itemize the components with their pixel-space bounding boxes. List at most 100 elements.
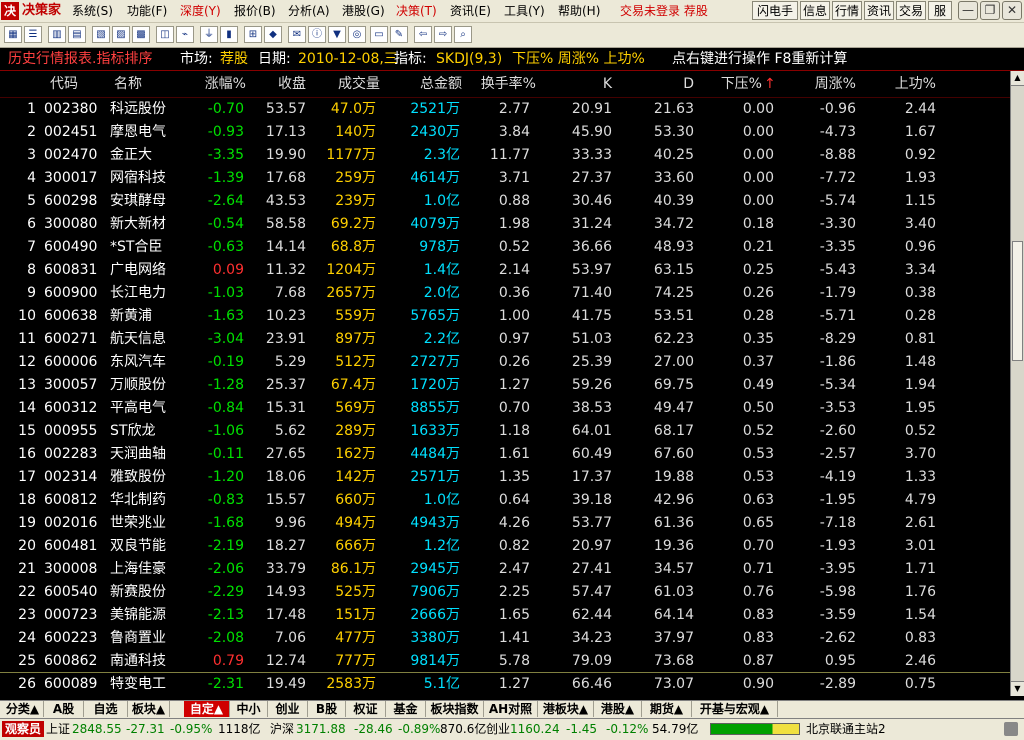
column-header-8[interactable]: D [620,71,694,97]
tab-13[interactable]: 港股▲ [594,701,642,717]
tab-11[interactable]: AH对照 [484,701,538,717]
table-row[interactable]: 19 002016 世荣兆业 -1.68 9.96 494万 4943万 4.26 53.77 6… [0,512,1010,535]
menu-item-5[interactable]: 港股(G) [342,3,385,19]
back-arrow-icon[interactable]: ⇦ [414,26,432,43]
table-row[interactable]: 10 600638 新黄浦 -1.63 10.23 559万 5765万 1.00 41.75 5… [0,305,1010,328]
column-header-1[interactable]: 名称 [114,71,174,97]
table-row[interactable]: 1 002380 科远股份 -0.70 53.57 47.0万 2521万 2.77 20.91… [0,98,1010,121]
table-row[interactable]: 25 600862 南通科技 0.79 12.74 777万 9814万 5.78 79.09 7… [0,650,1010,673]
top-button-0[interactable]: 闪电手 [752,1,798,20]
tab-8[interactable]: 权证 [346,701,386,717]
list-view-icon[interactable]: ☰ [24,26,42,43]
table-row[interactable]: 14 600312 平高电气 -0.84 15.31 569万 8855万 0.70 38.53… [0,397,1010,420]
column-header-2[interactable]: 涨幅% [190,71,246,97]
column-header-3[interactable]: 收盘 [250,71,306,97]
top-button-3[interactable]: 资讯 [864,1,894,20]
table-row[interactable]: 16 002283 天润曲轴 -0.11 27.65 162万 4484万 1.61 60.49… [0,443,1010,466]
tab-0[interactable]: 分类▲ [2,701,44,717]
info-icon[interactable]: ⓘ [308,26,326,43]
column-header-10[interactable]: 周涨% [780,71,856,97]
column-header-5[interactable]: 总金额 [380,71,462,97]
tab-5[interactable]: 中小 [230,701,268,717]
tab-1[interactable]: A股 [44,701,84,717]
table-row[interactable]: 2 002451 摩恩电气 -0.93 17.13 140万 2430万 3.84 45.90 5… [0,121,1010,144]
select-icon[interactable]: ◎ [348,26,366,43]
table-row[interactable]: 17 002314 雅致股份 -1.20 18.06 142万 2571万 1.35 17.37… [0,466,1010,489]
menu-item-4[interactable]: 分析(A) [288,3,330,19]
trend-chart-icon[interactable]: ⌁ [176,26,194,43]
menu-item-1[interactable]: 功能(F) [127,3,167,19]
table-row[interactable]: 13 300057 万顺股份 -1.28 25.37 67.4万 1720万 1.27 59.2… [0,374,1010,397]
tab-12[interactable]: 港板块▲ [538,701,594,717]
top-button-1[interactable]: 信息 [800,1,830,20]
tab-6[interactable]: 创业 [268,701,308,717]
tab-4[interactable]: 自定▲ [184,701,230,717]
tab-14[interactable]: 期货▲ [642,701,692,717]
detail-view-icon[interactable]: ▧ [92,26,110,43]
table-row[interactable]: 26 600089 特变电工 -2.31 19.49 2583万 5.1亿 1.27 66.46… [0,673,1010,696]
table-row[interactable]: 22 600540 新赛股份 -2.29 14.93 525万 7906万 2.25 57.47… [0,581,1010,604]
scroll-up-icon[interactable]: ▲ [1011,71,1024,86]
lock-icon[interactable] [1004,722,1018,736]
table-row[interactable]: 23 000723 美锦能源 -2.13 17.48 151万 2666万 1.65 62.44… [0,604,1010,627]
forward-arrow-icon[interactable]: ⇨ [434,26,452,43]
menu-item-9[interactable]: 帮助(H) [558,3,600,19]
close-button[interactable]: ✕ [1002,1,1022,20]
column-header-0[interactable]: 代码 [50,71,110,97]
table-row[interactable]: 5 600298 安琪酵母 -2.64 43.53 239万 1.0亿 0.88 30.46 40… [0,190,1010,213]
search-icon[interactable]: ⌕ [454,26,472,43]
table-row[interactable]: 11 600271 航天信息 -3.04 23.91 897万 2.2亿 0.97 51.03 6… [0,328,1010,351]
tab-7[interactable]: B股 [308,701,346,717]
tab-15[interactable]: 开基与宏观▲ [692,701,778,717]
scroll-thumb[interactable] [1012,241,1023,361]
vertical-scrollbar[interactable]: ▲ ▼ [1010,71,1024,696]
column-header-7[interactable]: K [540,71,612,97]
cy-index[interactable]: 1160.24 [510,719,560,739]
minimize-button[interactable]: — [958,1,978,20]
market-view-icon[interactable]: ▥ [48,26,66,43]
table-row[interactable]: 20 600481 双良节能 -2.19 18.27 666万 1.2亿 0.82 20.97 1… [0,535,1010,558]
indicator-chart-icon[interactable]: ⏚ [200,26,218,43]
menu-item-6[interactable]: 决策(T) [396,3,437,19]
top-button-4[interactable]: 交易 [896,1,926,20]
sector-view-icon[interactable]: ▨ [112,26,130,43]
menu-item-8[interactable]: 工具(Y) [504,3,545,19]
tab-9[interactable]: 基金 [386,701,426,717]
table-row[interactable]: 6 300080 新大新材 -0.54 58.58 69.2万 4079万 1.98 31.24… [0,213,1010,236]
tab-3[interactable]: 板块▲ [128,701,170,717]
ranking-view-icon[interactable]: ▩ [132,26,150,43]
menu-item-7[interactable]: 资讯(E) [450,3,491,19]
sh-index[interactable]: 2848.55 [72,719,122,739]
filter-icon[interactable]: ▼ [328,26,346,43]
column-header-4[interactable]: 成交量 [310,71,380,97]
table-row[interactable]: 21 300008 上海佳豪 -2.06 33.79 86.1万 2945万 2.47 27.4… [0,558,1010,581]
column-header-6[interactable]: 换手率% [464,71,536,97]
top-button-2[interactable]: 行情 [832,1,862,20]
folder-icon[interactable]: ▭ [370,26,388,43]
edit-icon[interactable]: ✎ [390,26,408,43]
table-row[interactable]: 3 002470 金正大 -3.35 19.90 1177万 2.3亿 11.77 33.33 4… [0,144,1010,167]
trade-status[interactable]: 交易未登录 荐股 [620,3,708,19]
table-row[interactable]: 18 600812 华北制药 -0.83 15.57 660万 1.0亿 0.64 39.18 4… [0,489,1010,512]
table-row[interactable]: 12 600006 东风汽车 -0.19 5.29 512万 2727万 0.26 25.39 2… [0,351,1010,374]
compare-chart-icon[interactable]: ⊞ [244,26,262,43]
volume-chart-icon[interactable]: ▮ [220,26,238,43]
table-row[interactable]: 24 600223 鲁商置业 -2.08 7.06 477万 3380万 1.41 34.23 3… [0,627,1010,650]
news-icon[interactable]: ✉ [288,26,306,43]
tab-2[interactable]: 自选 [84,701,128,717]
column-header-11[interactable]: 上功% [860,71,936,97]
table-row[interactable]: 4 300017 网宿科技 -1.39 17.68 259万 4614万 3.71 27.37 3… [0,167,1010,190]
server-name[interactable]: 北京联通主站2 [806,719,886,739]
report-view-icon[interactable]: ▤ [68,26,86,43]
menu-item-0[interactable]: 系统(S) [72,3,113,19]
restore-button[interactable]: ❐ [980,1,1000,20]
table-row[interactable]: 7 600490 *ST合臣 -0.63 14.14 68.8万 978万 0.52 36.66… [0,236,1010,259]
menu-item-2[interactable]: 深度(Y) [180,3,221,19]
red-alert-icon[interactable]: ◆ [264,26,282,43]
scroll-down-icon[interactable]: ▼ [1011,681,1024,696]
quote-grid-icon[interactable]: ▦ [4,26,22,43]
menu-item-3[interactable]: 报价(B) [234,3,276,19]
kline-chart-icon[interactable]: ◫ [156,26,174,43]
table-row[interactable]: 15 000955 ST欣龙 -1.06 5.62 289万 1633万 1.18 64.01 6… [0,420,1010,443]
top-button-5[interactable]: 服务 [928,1,952,37]
